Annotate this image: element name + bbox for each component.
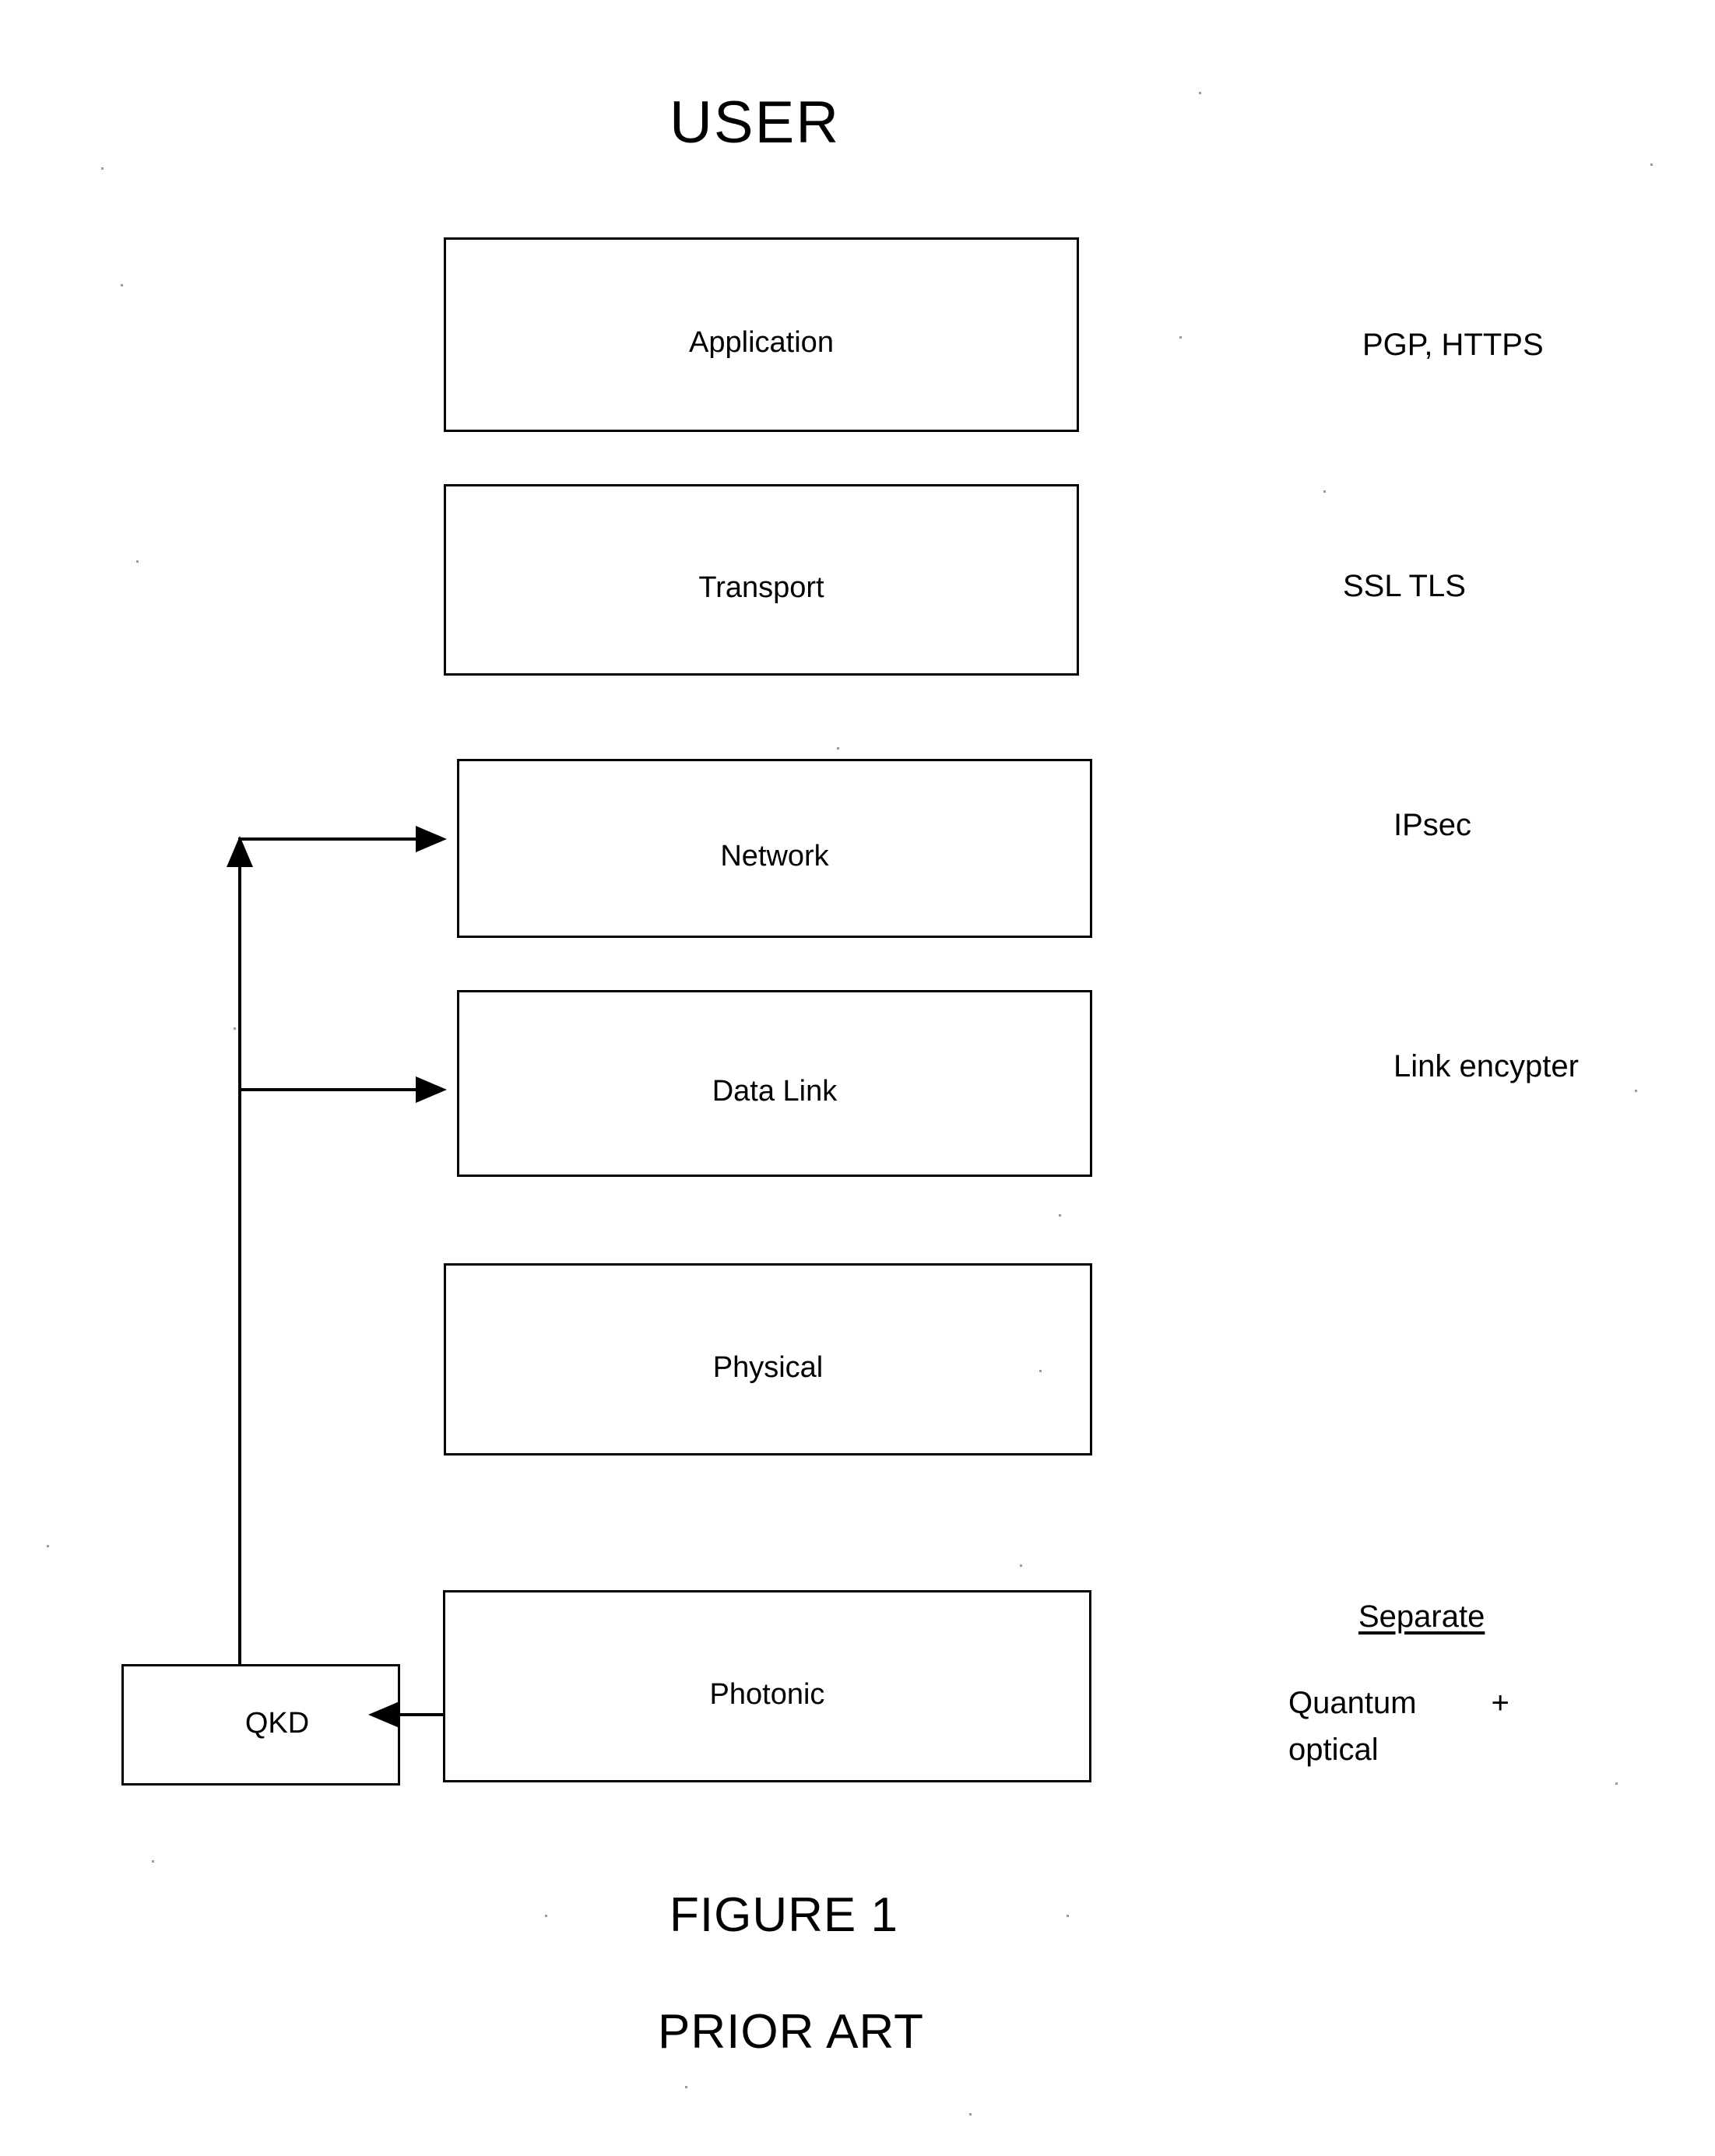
annotation-quantum-word: Quantum bbox=[1288, 1686, 1417, 1720]
layer-box-application[interactable]: Application bbox=[444, 237, 1079, 432]
annotation-optical-word: optical bbox=[1288, 1733, 1379, 1767]
page-title: USER bbox=[669, 90, 841, 156]
qkd-trunk-arrowhead-icon bbox=[227, 836, 253, 867]
annotation-application: PGP, HTTPS bbox=[1362, 328, 1544, 362]
scan-speck bbox=[545, 1915, 547, 1917]
scan-speck bbox=[837, 747, 839, 750]
figure-caption-number: FIGURE 1 bbox=[669, 1888, 898, 1942]
scan-speck bbox=[1199, 92, 1201, 94]
layer-box-transport[interactable]: Transport bbox=[444, 484, 1079, 676]
layer-box-photonic[interactable]: Photonic bbox=[443, 1590, 1091, 1782]
scan-speck bbox=[234, 1027, 236, 1030]
scan-speck bbox=[969, 2113, 972, 2116]
scan-speck bbox=[1635, 1090, 1637, 1092]
qkd-trunk-line bbox=[238, 866, 241, 1666]
connector-line-photonic-to-qkd bbox=[399, 1713, 445, 1716]
scan-speck bbox=[1067, 1915, 1069, 1917]
scan-speck bbox=[1615, 1782, 1618, 1785]
scan-speck bbox=[1020, 1564, 1022, 1567]
figure-page: USER Application Transport Network Data … bbox=[0, 0, 1715, 2156]
layer-box-network[interactable]: Network bbox=[457, 759, 1092, 938]
layer-label-network: Network bbox=[720, 840, 829, 873]
qkd-label: QKD bbox=[244, 1707, 310, 1740]
layer-label-photonic: Photonic bbox=[709, 1678, 825, 1711]
scan-speck bbox=[121, 284, 123, 286]
figure-caption-prior-art: PRIOR ART bbox=[658, 2005, 925, 2059]
scan-speck bbox=[101, 167, 104, 170]
annotation-quantum-optical: Quantum + optical bbox=[1288, 1680, 1522, 1773]
connector-line-to-datalink bbox=[238, 1088, 419, 1091]
layer-box-physical[interactable]: Physical bbox=[444, 1263, 1092, 1455]
layer-label-physical: Physical bbox=[712, 1351, 824, 1384]
connector-arrowhead-network-icon bbox=[416, 826, 447, 852]
annotation-network: IPsec bbox=[1393, 808, 1472, 842]
scan-speck bbox=[1059, 1214, 1061, 1217]
annotation-plus-sign: + bbox=[1491, 1686, 1509, 1720]
layer-label-transport: Transport bbox=[698, 571, 824, 604]
scan-speck bbox=[685, 2086, 687, 2088]
scan-speck bbox=[1039, 1370, 1042, 1372]
annotation-transport: SSL TLS bbox=[1343, 569, 1466, 603]
scan-speck bbox=[1179, 336, 1182, 339]
scan-speck bbox=[1650, 163, 1653, 166]
connector-arrowhead-qkd-icon bbox=[368, 1701, 399, 1728]
annotation-datalink: Link encypter bbox=[1393, 1049, 1579, 1083]
layer-label-application: Application bbox=[689, 326, 834, 359]
layer-label-datalink: Data Link bbox=[712, 1075, 838, 1108]
scan-speck bbox=[152, 1860, 154, 1863]
connector-line-to-network bbox=[238, 837, 419, 841]
scan-speck bbox=[47, 1545, 49, 1547]
connector-arrowhead-datalink-icon bbox=[416, 1076, 447, 1103]
qkd-box[interactable]: QKD bbox=[121, 1664, 400, 1786]
scan-speck bbox=[1323, 490, 1326, 493]
scan-speck bbox=[136, 560, 139, 563]
annotation-separate-heading: Separate bbox=[1358, 1599, 1485, 1634]
layer-box-datalink[interactable]: Data Link bbox=[457, 990, 1092, 1177]
